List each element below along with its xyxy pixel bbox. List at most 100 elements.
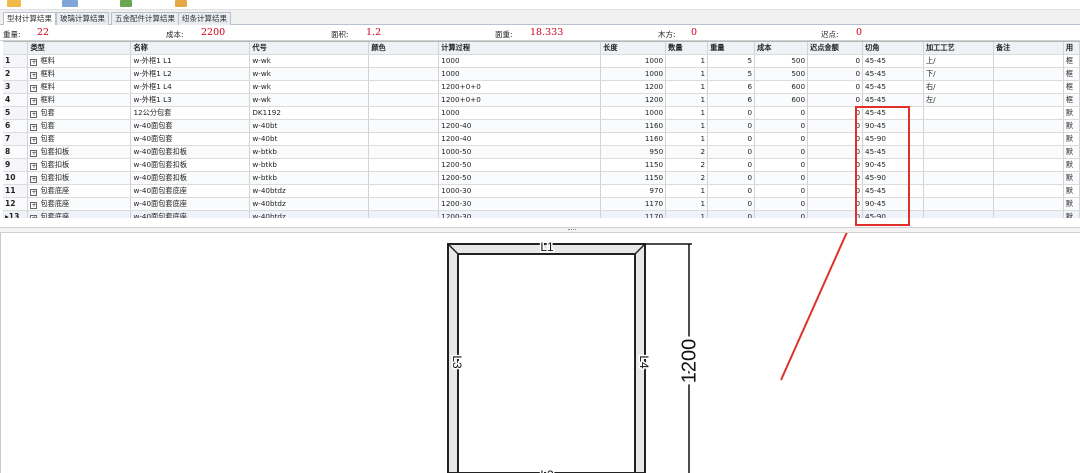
cell-idx[interactable]: 9	[3, 158, 29, 172]
cell-name[interactable]: w-40面包套底座	[130, 210, 251, 218]
cell-calc[interactable]: 1200-40	[438, 132, 602, 146]
cell-weight[interactable]: 0	[707, 158, 756, 172]
cell-process[interactable]	[923, 119, 994, 133]
cell-qty[interactable]: 1	[665, 119, 709, 133]
cell-process[interactable]: 左/	[923, 93, 994, 107]
cell-use[interactable]: 默	[1063, 184, 1080, 198]
cell-code[interactable]: w-btkb	[249, 171, 370, 185]
cell-cost[interactable]: 0	[754, 119, 809, 133]
cell-weight[interactable]: 0	[707, 119, 756, 133]
cell-qty[interactable]: 2	[665, 158, 709, 172]
expand-icon[interactable]: +	[30, 98, 38, 105]
table-row[interactable]: 4 + 框料 w-外框1 L3 w-wk 1200+0+0 1200 1 6 600 0 45-45 左…	[3, 93, 1080, 107]
cell-process[interactable]	[923, 106, 994, 120]
cell-type[interactable]: +包套底座	[27, 184, 132, 198]
cell-qty[interactable]: 1	[665, 197, 709, 211]
expand-icon[interactable]: +	[30, 111, 38, 118]
cell-point[interactable]: 0	[807, 93, 864, 107]
table-row[interactable]: 11 + 包套底座 w-40面包套底座 w-40btdz 1000-30 970 1 0 0 0 45…	[3, 184, 1080, 198]
cell-remark[interactable]	[993, 171, 1064, 185]
tab-profile-results[interactable]: 型材计算结果	[3, 12, 56, 26]
cell-name[interactable]: w-40面包套底座	[130, 197, 251, 211]
cell-point[interactable]: 0	[807, 80, 864, 94]
cell-name[interactable]: w-外框1 L2	[130, 67, 251, 81]
cell-calc[interactable]: 1200-40	[438, 119, 602, 133]
cell-type[interactable]: + 包套扣板	[27, 145, 132, 159]
cell-color[interactable]	[368, 106, 440, 120]
cell-calc[interactable]: 1000-30	[438, 184, 602, 198]
cell-use[interactable]: 框	[1063, 93, 1080, 107]
col-process[interactable]: 加工工艺	[923, 42, 994, 55]
cell-type[interactable]: + 框料	[27, 54, 132, 68]
cell-use[interactable]: 框	[1063, 67, 1080, 81]
col-remark[interactable]: 备注	[993, 42, 1064, 55]
cell-remark[interactable]	[993, 80, 1064, 94]
cell-use[interactable]: 默	[1063, 132, 1080, 146]
cell-calc[interactable]: 1200+0+0	[438, 93, 602, 107]
table-row[interactable]: ▸13+包套底座w-40面包套底座w-40btdz1200-3011701000…	[3, 210, 1080, 218]
cell-color[interactable]	[368, 171, 440, 185]
cell-name[interactable]: 12公分包套	[130, 106, 251, 120]
cell-code[interactable]: w-40btdz	[249, 184, 370, 198]
cell-weight[interactable]: 0	[707, 197, 756, 211]
cell-qty[interactable]: 1	[665, 67, 709, 81]
open-icon[interactable]	[7, 0, 21, 7]
cell-length[interactable]: 1170	[600, 197, 667, 211]
splitter-grip[interactable]	[568, 229, 576, 231]
col-cost[interactable]: 成本	[754, 42, 809, 55]
cell-qty[interactable]: 1	[665, 80, 709, 94]
col-index[interactable]	[3, 42, 29, 55]
cell-calc[interactable]: 1000	[438, 54, 602, 68]
cell-use[interactable]: 默	[1063, 119, 1080, 133]
window-frame[interactable]	[447, 243, 646, 473]
cell-remark[interactable]	[993, 119, 1064, 133]
cell-type[interactable]: + 包套扣板	[27, 171, 132, 185]
cell-code[interactable]: w-wk	[249, 67, 370, 81]
cell-process[interactable]: 上/	[923, 54, 994, 68]
cell-length[interactable]: 1200	[600, 80, 667, 94]
expand-icon[interactable]: +	[30, 163, 38, 170]
cell-color[interactable]	[368, 67, 440, 81]
expand-icon[interactable]: +	[30, 202, 38, 209]
cell-weight[interactable]: 5	[707, 54, 756, 68]
cell-use[interactable]: 默	[1063, 210, 1080, 218]
cell-length[interactable]: 950	[600, 145, 667, 159]
expand-icon[interactable]: +	[30, 137, 38, 144]
cell-calc[interactable]: 1200+0+0	[438, 80, 602, 94]
cell-use[interactable]: 默	[1063, 106, 1080, 120]
cell-length[interactable]: 1000	[600, 67, 667, 81]
expand-icon[interactable]: +	[30, 176, 38, 183]
cell-idx[interactable]: 6	[3, 119, 29, 133]
cell-qty[interactable]: 2	[665, 145, 709, 159]
cell-name[interactable]: w-40面包套	[130, 132, 251, 146]
cell-cost[interactable]: 0	[754, 145, 809, 159]
cell-qty[interactable]: 1	[665, 106, 709, 120]
cell-calc[interactable]: 1200-30	[438, 210, 602, 218]
cell-weight[interactable]: 0	[707, 184, 756, 198]
cell-remark[interactable]	[993, 158, 1064, 172]
expand-icon[interactable]: +	[30, 189, 38, 196]
cell-length[interactable]: 1170	[600, 210, 667, 218]
cell-remark[interactable]	[993, 67, 1064, 81]
cell-angle[interactable]: 45-45	[862, 67, 924, 81]
cell-name[interactable]: w-40面包套扣板	[130, 145, 251, 159]
cell-name[interactable]: w-外框1 L4	[130, 80, 251, 94]
expand-icon[interactable]: +	[30, 215, 38, 218]
cell-length[interactable]: 1160	[600, 132, 667, 146]
col-type[interactable]: 类型	[27, 42, 132, 55]
cell-name[interactable]: w-外框1 L1	[130, 54, 251, 68]
cell-type[interactable]: + 包套	[27, 119, 132, 133]
cell-idx[interactable]: 3	[3, 80, 29, 94]
cell-calc[interactable]: 1000	[438, 67, 602, 81]
cell-remark[interactable]	[993, 54, 1064, 68]
cell-point[interactable]: 0	[807, 67, 864, 81]
cell-use[interactable]: 默	[1063, 171, 1080, 185]
col-point-amount[interactable]: 迟点金额	[807, 42, 864, 55]
cell-type[interactable]: + 包套	[27, 106, 132, 120]
cell-code[interactable]: DK1192	[249, 106, 370, 120]
cell-weight[interactable]: 0	[707, 106, 756, 120]
cell-remark[interactable]	[993, 197, 1064, 211]
cell-type[interactable]: + 框料	[27, 93, 132, 107]
col-weight[interactable]: 重量	[707, 42, 756, 55]
cell-qty[interactable]: 1	[665, 210, 709, 218]
